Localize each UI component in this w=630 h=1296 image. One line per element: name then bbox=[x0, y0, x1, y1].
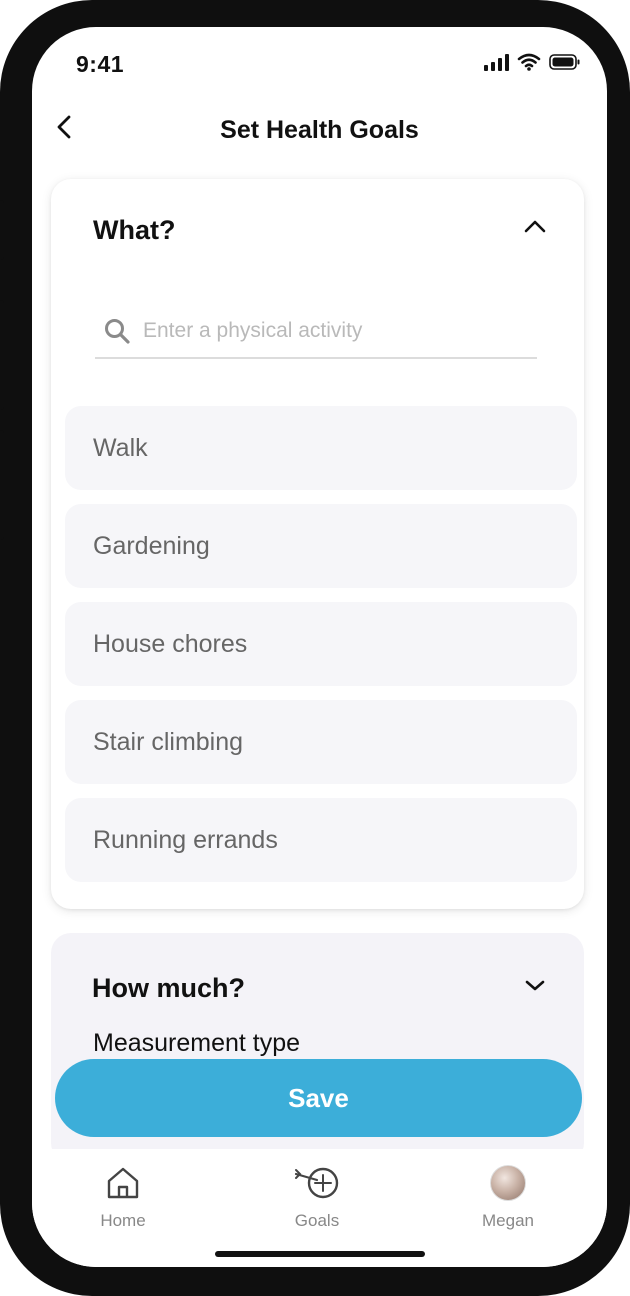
battery-icon bbox=[549, 53, 581, 71]
expand-how-much-button[interactable] bbox=[520, 973, 550, 1003]
activity-option[interactable]: Gardening bbox=[65, 504, 577, 588]
activity-option[interactable]: Walk bbox=[65, 406, 577, 490]
save-button[interactable]: Save bbox=[55, 1059, 582, 1137]
activity-list: Walk Gardening House chores Stair climbi… bbox=[65, 406, 577, 896]
what-card: What? Walk Gardenin bbox=[51, 179, 584, 909]
activity-option[interactable]: Running errands bbox=[65, 798, 577, 882]
phone-screen: 9:41 Set Health Goals What? Enter a phys… bbox=[32, 27, 607, 1267]
signal-icon bbox=[483, 53, 509, 71]
chevron-down-icon bbox=[524, 979, 546, 997]
home-icon bbox=[105, 1163, 141, 1203]
nav-goals[interactable]: Goals bbox=[257, 1163, 377, 1231]
status-time: 9:41 bbox=[76, 51, 125, 77]
avatar bbox=[490, 1165, 526, 1201]
nav-profile[interactable]: Megan bbox=[448, 1163, 568, 1231]
side-button bbox=[0, 300, 4, 410]
page-title: Set Health Goals bbox=[220, 116, 419, 144]
measurement-type-label: Measurement type bbox=[93, 1029, 301, 1057]
bottom-nav: Home Goals Megan bbox=[32, 1149, 607, 1267]
what-card-title: What? bbox=[93, 215, 176, 245]
nav-home-label: Home bbox=[100, 1211, 146, 1230]
activity-option[interactable]: Stair climbing bbox=[65, 700, 577, 784]
chevron-up-icon bbox=[523, 219, 547, 238]
home-indicator bbox=[215, 1251, 425, 1257]
phone-frame: 9:41 Set Health Goals What? Enter a phys… bbox=[0, 0, 630, 1296]
side-button bbox=[0, 430, 4, 540]
activity-option[interactable]: House chores bbox=[65, 602, 577, 686]
wifi-icon bbox=[517, 53, 541, 71]
nav-home[interactable]: Home bbox=[63, 1163, 183, 1231]
activity-search-input[interactable] bbox=[143, 319, 537, 343]
search-icon bbox=[103, 317, 131, 345]
collapse-what-button[interactable] bbox=[520, 213, 550, 243]
status-icons bbox=[483, 53, 581, 71]
how-much-card-title: How much? bbox=[92, 973, 245, 1003]
nav-goals-label: Goals bbox=[294, 1211, 340, 1230]
side-button bbox=[0, 200, 4, 260]
nav-profile-label: Megan bbox=[482, 1211, 534, 1230]
activity-search bbox=[95, 305, 537, 359]
goals-target-icon bbox=[293, 1163, 341, 1203]
